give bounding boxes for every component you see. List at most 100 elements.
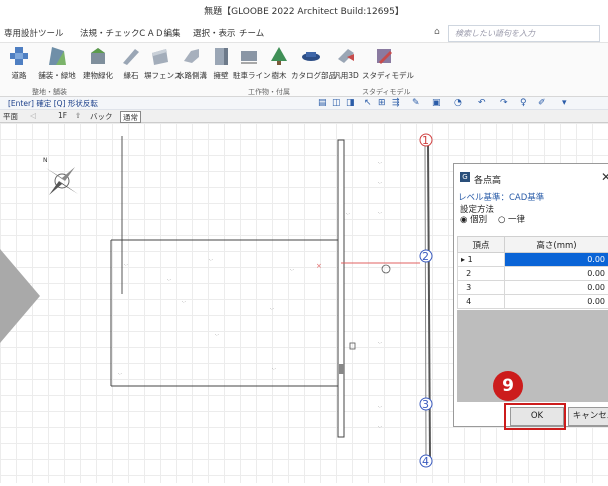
svg-text:·.·: ·.·	[167, 277, 171, 282]
vertex-handle	[382, 265, 390, 273]
tree-button[interactable]: 樹木	[268, 45, 290, 81]
title-bar: 無題【GLOOBE 2022 Architect Build:12695】	[0, 0, 608, 22]
svg-text:·.·: ·.·	[378, 180, 382, 185]
svg-text:·.·: ·.·	[118, 371, 122, 376]
svg-text:·.·: ·.·	[124, 262, 128, 267]
pavement-icon	[46, 45, 68, 67]
retaining-wall-button[interactable]: 擁壁	[210, 45, 232, 81]
lightbulb-icon[interactable]: ♀	[520, 98, 527, 108]
height-cell[interactable]: 0.00	[505, 267, 608, 281]
fence-icon	[149, 45, 171, 67]
fence-button[interactable]: 塀フェンス	[144, 45, 176, 81]
radio-individual[interactable]: ◉ 個別	[460, 215, 487, 225]
column-header-height[interactable]: 高さ(mm)	[505, 237, 608, 253]
north-compass-icon: N	[43, 157, 78, 195]
svg-text:·.·: ·.·	[378, 404, 382, 409]
view-columns-icon[interactable]: ◨	[346, 98, 355, 108]
search-input[interactable]: ⌂ 検索したい語句を入力	[448, 25, 600, 42]
catalog-parts-button[interactable]: カタログ部品	[291, 45, 331, 81]
layer-icon[interactable]: ⇶	[392, 98, 400, 108]
wall	[338, 140, 344, 437]
svg-text:·.·: ·.·	[378, 424, 382, 429]
vertex-cell: ▸ 1	[458, 253, 505, 267]
vertex-marker-4-label: 4	[422, 455, 429, 468]
step-callout: 9	[493, 371, 523, 401]
menu-item-cad-edit[interactable]: ＣＡＤ編集	[138, 27, 181, 39]
svg-text:·.·: ·.·	[378, 340, 382, 345]
table-row[interactable]: 2 0.00	[458, 267, 608, 281]
vertex-marker-3-label: 3	[422, 398, 429, 411]
catalog-parts-icon	[300, 45, 322, 67]
search-placeholder: 検索したい語句を入力	[455, 28, 535, 39]
nav-left-icon[interactable]: ◁	[30, 111, 36, 121]
svg-text:·.·: ·.·	[378, 160, 382, 165]
menu-item-design-tools[interactable]: 専用設計ツール	[4, 27, 64, 39]
level-basis-label: レベル基準：CAD基準	[458, 191, 544, 203]
group-label-structures: 工作物・付属	[248, 87, 290, 97]
svg-text:·.·: ·.·	[215, 332, 219, 337]
snap-icon[interactable]: ⊞	[378, 98, 386, 108]
paint-icon[interactable]: ✐	[538, 98, 546, 108]
building-greening-icon	[87, 45, 109, 67]
tab-back[interactable]: バック	[90, 111, 113, 121]
cancel-button[interactable]: キャンセル	[568, 407, 608, 426]
cross-marker: ×	[316, 262, 322, 270]
vertex-height-dialog: G 各点高 ✕ レベル基準：CAD基準 設定方法 ◉ 個別 ○ 一律 頂点 高さ…	[453, 163, 608, 427]
menu-item-team[interactable]: チーム	[239, 27, 264, 39]
view-tab-bar: 平面 ◁ 1F ⇧ バック 通常	[0, 110, 608, 123]
redo-icon[interactable]: ↷	[500, 98, 508, 108]
svg-text:N: N	[43, 157, 48, 164]
table-row[interactable]: 4 0.00	[458, 295, 608, 309]
parking-line-button[interactable]: 駐車ライン	[233, 45, 265, 81]
vertex-height-table: 頂点 高さ(mm) ▸ 1 0.00 2 0.00 3 0.00 4 0.00	[457, 236, 608, 309]
view-split-icon[interactable]: ◫	[332, 98, 341, 108]
nav-up-icon[interactable]: ⇧	[75, 111, 81, 121]
generic-3d-icon	[335, 45, 357, 67]
tools-icon[interactable]: ✎	[412, 98, 420, 108]
gutter-button[interactable]: 水路側溝	[177, 45, 207, 81]
curb-button[interactable]: 縁石	[119, 45, 143, 81]
more-icon[interactable]: ▾	[562, 98, 567, 108]
menu-item-select-display[interactable]: 選択・表示	[193, 27, 236, 39]
ok-highlight-frame	[504, 403, 566, 430]
undo-icon[interactable]: ↶	[478, 98, 486, 108]
svg-text:·.·: ·.·	[272, 366, 276, 371]
tab-plan[interactable]: 平面	[3, 111, 18, 121]
generic-3d-button[interactable]: 汎用3D	[332, 45, 360, 81]
height-cell[interactable]: 0.00	[505, 281, 608, 295]
study-model-button[interactable]: スタディモデル	[362, 45, 406, 81]
height-cell[interactable]: 0.00	[505, 253, 608, 267]
svg-text:·.·: ·.·	[270, 306, 274, 311]
gutter-icon	[181, 45, 203, 67]
table-row[interactable]: ▸ 1 0.00	[458, 253, 608, 267]
svg-text:·.·: ·.·	[182, 299, 186, 304]
column-header-vertex[interactable]: 頂点	[458, 237, 505, 253]
svg-text:·.·: ·.·	[378, 210, 382, 215]
retaining-wall-icon	[210, 45, 232, 67]
view-list-icon[interactable]: ▤	[318, 98, 327, 108]
select-icon[interactable]: ↖	[364, 98, 372, 108]
radio-uniform[interactable]: ○ 一律	[498, 215, 525, 225]
floor-label[interactable]: 1F	[58, 111, 67, 121]
close-icon[interactable]: ✕	[601, 170, 608, 184]
display-icon[interactable]: ▣	[432, 98, 441, 108]
svg-text:·.·: ·.·	[209, 257, 213, 262]
group-label-study: スタディモデル	[362, 87, 411, 97]
road-button[interactable]: 道路	[6, 45, 32, 81]
building-greening-button[interactable]: 建物緑化	[82, 45, 114, 81]
menu-item-regulation-check[interactable]: 法規・チェック	[80, 27, 140, 39]
wall-element	[339, 364, 344, 374]
pavement-greenery-button[interactable]: 舗装・緑地	[34, 45, 80, 81]
tab-normal[interactable]: 通常	[120, 111, 141, 123]
table-row[interactable]: 3 0.00	[458, 281, 608, 295]
vertex-cell: 4	[458, 295, 505, 309]
window-title: 無題【GLOOBE 2022 Architect Build:12695】	[0, 4, 608, 17]
vertex-cell: 3	[458, 281, 505, 295]
height-cell[interactable]: 0.00	[505, 295, 608, 309]
vertex-marker-1-label: 1	[422, 134, 429, 147]
dialog-title: 各点高	[474, 173, 501, 186]
table-empty-area	[457, 310, 608, 402]
vertex-cell: 2	[458, 267, 505, 281]
svg-text:·.·: ·.·	[290, 267, 294, 272]
render-icon[interactable]: ◔	[454, 98, 462, 108]
